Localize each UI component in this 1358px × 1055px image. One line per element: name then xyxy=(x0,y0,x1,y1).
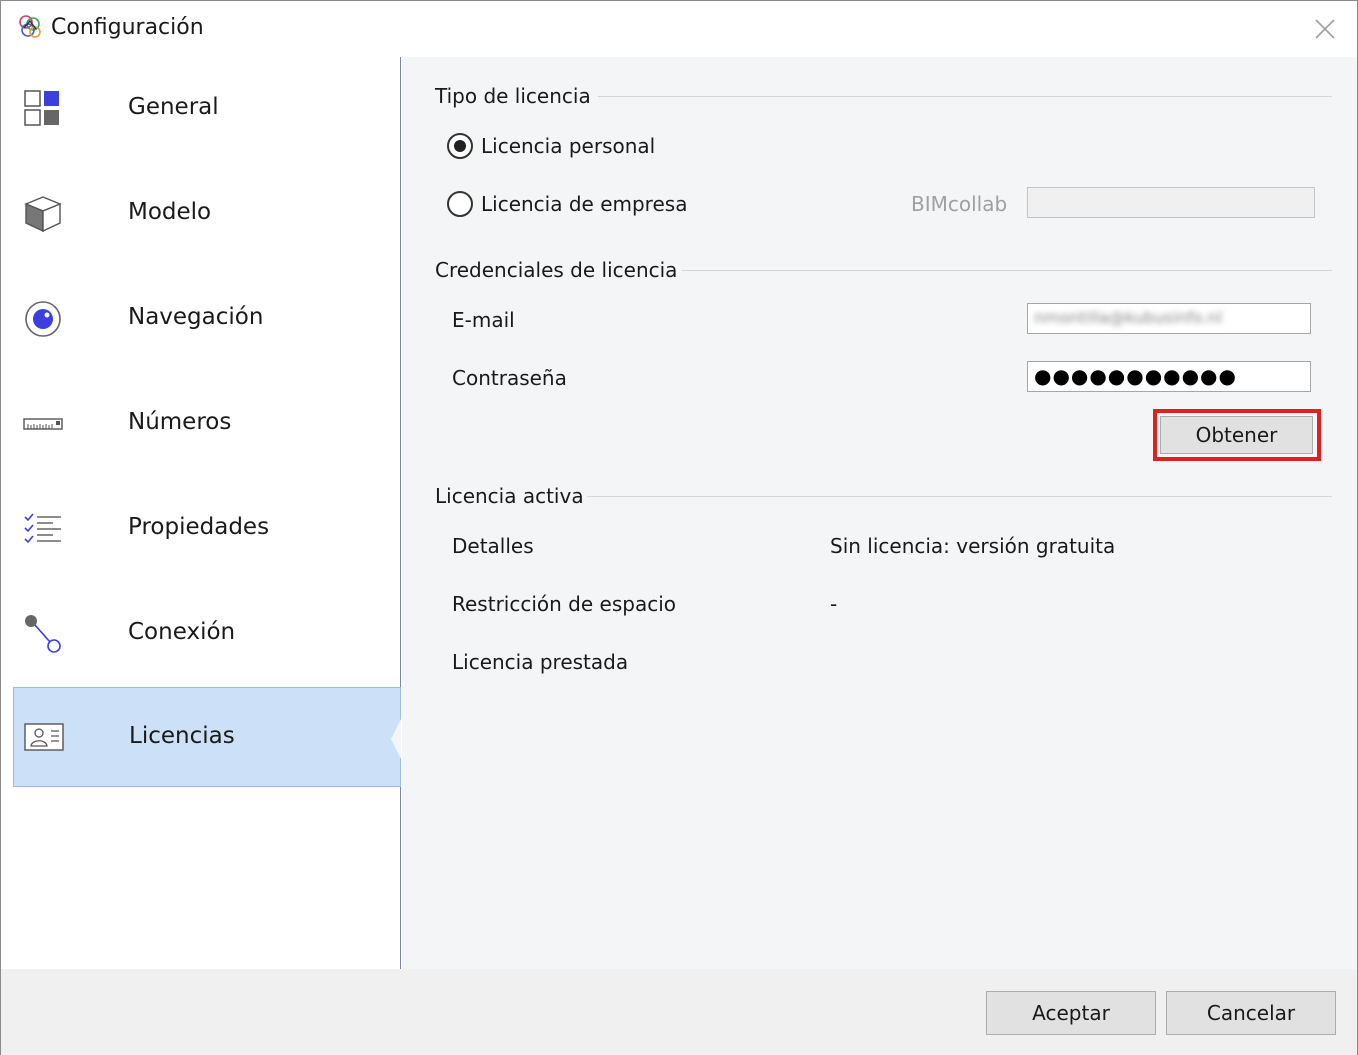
licenses-panel: Tipo de licencia Licencia personal Licen… xyxy=(402,57,1357,969)
password-label: Contraseña xyxy=(452,366,567,390)
connection-icon xyxy=(25,615,61,653)
password-value: ●●●●●●●●●●● xyxy=(1034,364,1237,388)
section-divider xyxy=(682,270,1332,271)
sidebar-item-label: Navegación xyxy=(128,304,264,330)
close-icon xyxy=(1315,19,1335,39)
space-restriction-label: Restricción de espacio xyxy=(452,592,676,616)
app-logo-icon xyxy=(19,15,41,38)
navigation-eye-icon xyxy=(25,301,61,337)
email-value: nmontilla@kubusinfo.nl xyxy=(1034,308,1223,327)
title-bar: Configuración xyxy=(1,1,1357,57)
borrowed-license-label: Licencia prestada xyxy=(452,650,629,674)
cancel-button[interactable]: Cancelar xyxy=(1166,991,1336,1035)
bimcollab-input[interactable] xyxy=(1027,187,1315,218)
sidebar-item-label: Propiedades xyxy=(128,514,270,540)
sidebar-item-general[interactable]: General xyxy=(13,59,401,159)
credentials-title: Credenciales de licencia xyxy=(435,258,678,282)
accept-button[interactable]: Aceptar xyxy=(986,991,1156,1035)
company-license-radio[interactable] xyxy=(447,191,473,217)
sidebar-item-numeros[interactable]: Números xyxy=(13,374,401,474)
section-divider xyxy=(598,96,1332,97)
password-field[interactable]: ●●●●●●●●●●● xyxy=(1027,361,1311,392)
sidebar-item-modelo[interactable]: Modelo xyxy=(13,164,401,264)
personal-license-radio[interactable] xyxy=(447,133,473,159)
cube-icon xyxy=(24,196,62,233)
sidebar-item-label: Licencias xyxy=(129,723,235,749)
bimcollab-label: BIMcollab xyxy=(911,192,1008,216)
close-button[interactable] xyxy=(1301,9,1349,49)
personal-license-label[interactable]: Licencia personal xyxy=(481,134,655,158)
sidebar-item-propiedades[interactable]: Propiedades xyxy=(13,479,401,579)
obtain-button-highlight xyxy=(1153,409,1321,461)
general-grid-icon xyxy=(24,90,59,126)
email-field[interactable]: nmontilla@kubusinfo.nl xyxy=(1027,303,1311,334)
selection-pointer xyxy=(391,719,401,759)
company-license-label[interactable]: Licencia de empresa xyxy=(481,192,687,216)
sidebar-item-label: Conexión xyxy=(128,619,236,645)
sidebar-item-label: Modelo xyxy=(128,199,212,225)
ruler-icon xyxy=(23,418,63,430)
sidebar-item-label: Números xyxy=(128,409,232,435)
details-label: Detalles xyxy=(452,534,534,558)
details-value: Sin licencia: versión gratuita xyxy=(830,534,1116,558)
sidebar-item-label: General xyxy=(128,94,219,120)
sidebar-item-navegacion[interactable]: Navegación xyxy=(13,269,401,369)
email-label: E-mail xyxy=(452,308,515,332)
window-title: Configuración xyxy=(51,15,204,40)
id-card-icon xyxy=(24,723,64,751)
section-divider xyxy=(587,496,1332,497)
dialog-footer: Aceptar Cancelar xyxy=(1,969,1357,1055)
space-restriction-value: - xyxy=(830,592,838,616)
active-license-title: Licencia activa xyxy=(435,484,584,508)
sidebar: General Modelo Navegación Números Propie… xyxy=(1,57,401,969)
sidebar-item-licencias[interactable]: Licencias xyxy=(13,687,401,787)
license-type-title: Tipo de licencia xyxy=(435,84,591,108)
sidebar-item-conexion[interactable]: Conexión xyxy=(13,584,401,684)
checklist-icon xyxy=(24,513,61,544)
settings-window: Configuración General Modelo Navegación … xyxy=(0,0,1358,1055)
